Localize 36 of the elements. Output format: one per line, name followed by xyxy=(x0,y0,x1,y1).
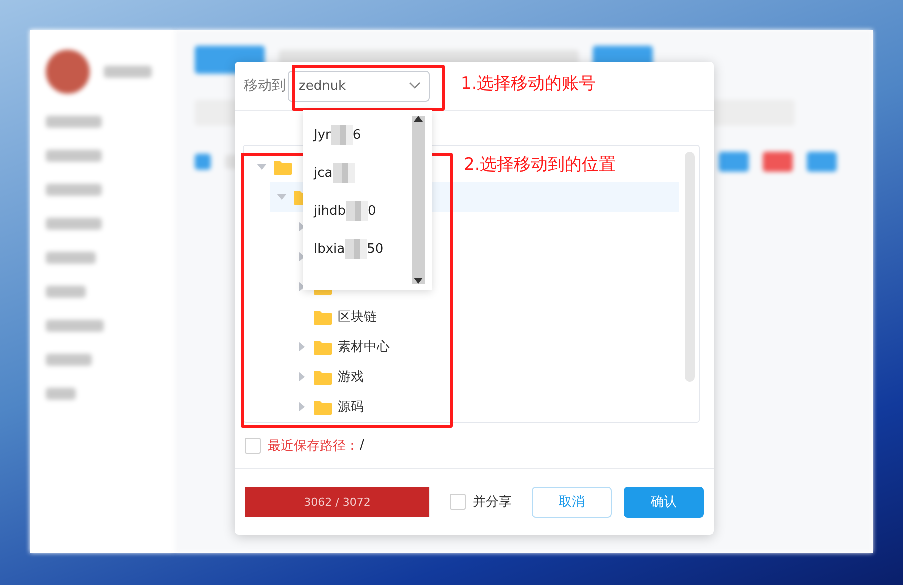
up-arrow-icon[interactable] xyxy=(414,116,423,122)
quota-text: 3062 / 3072 xyxy=(304,496,371,509)
account-select[interactable]: zednuk xyxy=(288,70,430,102)
folder-tree-item[interactable]: 区块链 xyxy=(290,302,383,332)
account-option[interactable]: Jyr 6 xyxy=(303,116,412,154)
folder-icon xyxy=(274,160,292,175)
pixelated-blur xyxy=(345,239,368,259)
recent-path-value: / xyxy=(360,438,364,454)
scrollbar[interactable] xyxy=(685,152,695,382)
annotation-text: 1.选择移动的账号 xyxy=(461,73,596,95)
folder-icon xyxy=(314,310,332,325)
pixelated-blur xyxy=(332,163,355,183)
checkbox[interactable] xyxy=(245,438,261,454)
folder-name: 游戏 xyxy=(338,369,364,386)
pixelated-blur xyxy=(346,201,368,221)
folder-name: 源码 xyxy=(338,399,364,416)
folder-icon xyxy=(314,370,332,385)
move-to-label: 移动到 xyxy=(244,77,286,96)
chevron-down-icon xyxy=(409,82,421,90)
folder-tree-item[interactable]: 游戏 xyxy=(290,362,370,392)
account-option[interactable]: jca xyxy=(303,154,412,192)
account-option[interactable]: lbxia 50 xyxy=(303,230,412,268)
annotation-text: 2.选择移动到的位置 xyxy=(464,154,616,176)
account-option[interactable]: jihdb 0 xyxy=(303,192,412,230)
scrollbar[interactable] xyxy=(412,116,425,284)
pixelated-blur xyxy=(330,125,353,145)
folder-name: 素材中心 xyxy=(338,339,390,356)
folder-icon xyxy=(314,400,332,415)
checkbox[interactable] xyxy=(450,494,466,510)
folder-name: 区块链 xyxy=(338,309,377,326)
recent-path-label: 最近保存路径： xyxy=(268,438,359,455)
share-label: 并分享 xyxy=(473,494,512,512)
folder-tree-item[interactable]: 素材中心 xyxy=(290,332,396,362)
down-arrow-icon[interactable] xyxy=(414,278,423,284)
folder-icon xyxy=(314,340,332,355)
folder-tree-item[interactable]: 源码 xyxy=(290,392,370,422)
